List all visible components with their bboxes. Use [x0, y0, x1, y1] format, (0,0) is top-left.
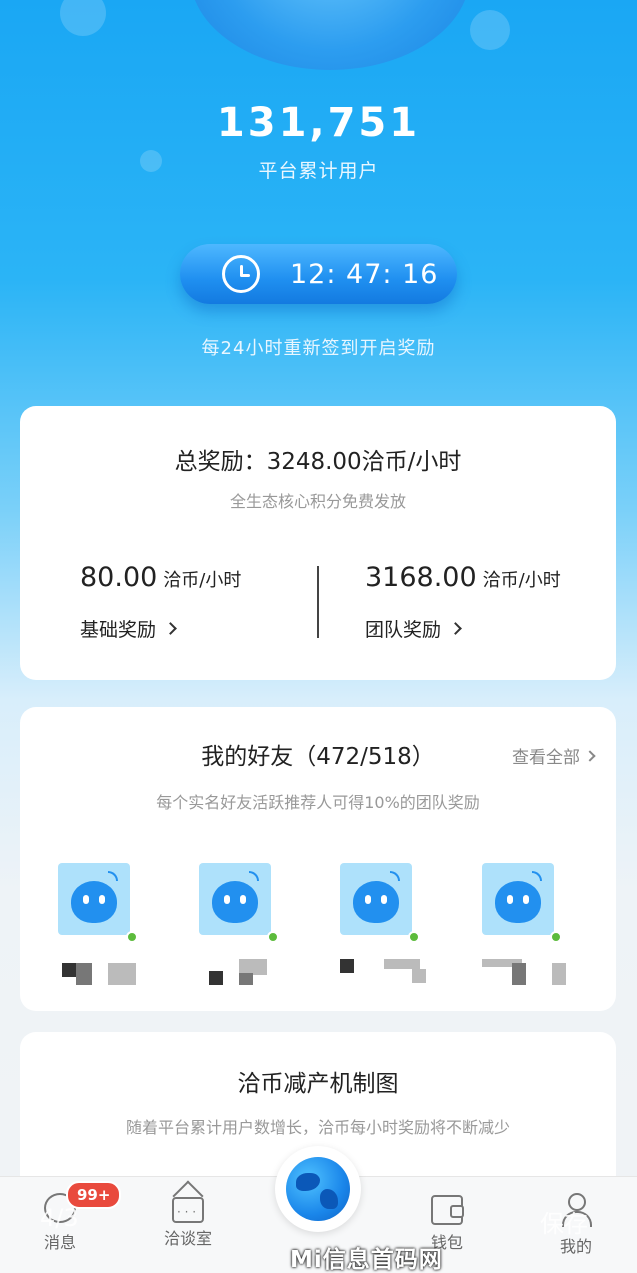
signal-icon: [108, 871, 118, 881]
base-reward: 80.00 洽币/小时 基础奖励: [80, 562, 241, 642]
total-users-count: 131,751: [216, 100, 421, 146]
online-status-dot: [550, 931, 562, 943]
decor-bubble: [470, 10, 510, 50]
total-users-label: 平台累计用户: [258, 160, 379, 182]
tab-chatroom[interactable]: 洽谈室: [148, 1193, 228, 1249]
reduction-subtitle: 随着平台累计用户数增长，洽币每小时奖励将不断减少: [125, 1118, 510, 1137]
chevron-right-icon: [449, 622, 462, 635]
house-icon: [172, 1197, 204, 1223]
view-all-friends-link[interactable]: 查看全部: [512, 743, 596, 768]
base-reward-label: 基础奖励: [80, 619, 157, 641]
total-reward-title: 总奖励：3248.00洽币/小时: [174, 449, 462, 475]
checkin-timer-button[interactable]: 12: 47: 16: [180, 244, 457, 304]
base-reward-unit: 洽币/小时: [163, 570, 242, 591]
mascot-icon: [353, 881, 399, 923]
chevron-right-icon: [584, 749, 596, 762]
pixelated-name: [340, 959, 430, 985]
divider: [317, 566, 319, 638]
friend-item[interactable]: [58, 863, 138, 985]
signal-icon: [532, 871, 542, 881]
friends-card: 我的好友（472/518） 查看全部 每个实名好友活跃推荐人可得10%的团队奖励: [20, 707, 616, 1011]
team-reward-unit: 洽币/小时: [482, 570, 561, 591]
pixelated-name: [482, 959, 572, 985]
avatar: [340, 863, 420, 943]
tab-label: 消息: [43, 1233, 76, 1252]
view-all-label: 查看全部: [512, 748, 580, 768]
clock-icon: [222, 255, 260, 293]
mascot-icon: [71, 881, 117, 923]
wallet-icon: [431, 1195, 464, 1225]
overlay-text: 保存: [540, 1210, 588, 1238]
friends-subtitle: 每个实名好友活跃推荐人可得10%的团队奖励: [156, 793, 480, 812]
reduction-title: 洽币减产机制图: [237, 1071, 399, 1097]
team-reward-label: 团队奖励: [365, 619, 442, 641]
avatar: [482, 863, 562, 943]
chevron-right-icon: [164, 622, 177, 635]
avatar: [199, 863, 279, 943]
friend-item[interactable]: [482, 863, 566, 985]
team-reward-link[interactable]: 团队奖励: [365, 615, 561, 642]
base-reward-link[interactable]: 基础奖励: [80, 615, 241, 642]
reward-card: 总奖励：3248.00洽币/小时 全生态核心积分免费发放 80.00 洽币/小时 …: [20, 406, 616, 680]
avatar: [58, 863, 138, 943]
friend-item[interactable]: [340, 863, 426, 983]
tab-home-globe[interactable]: [275, 1146, 361, 1232]
overlay-text: 4/3: [40, 1204, 79, 1232]
checkin-hint: 每24小时重新签到开启奖励: [201, 338, 436, 359]
signal-icon: [390, 871, 400, 881]
signal-icon: [249, 871, 259, 881]
countdown-text: 12: 47: 16: [290, 258, 439, 290]
pixelated-name: [199, 959, 289, 985]
team-reward: 3168.00 洽币/小时 团队奖励: [365, 562, 561, 642]
online-status-dot: [126, 931, 138, 943]
total-reward-subtitle: 全生态核心积分免费发放: [229, 492, 406, 511]
team-reward-value: 3168.00: [365, 562, 477, 593]
header-globe-graphic: [190, 0, 470, 70]
online-status-dot: [267, 931, 279, 943]
globe-icon: [286, 1157, 350, 1221]
decor-bubble: [60, 0, 106, 36]
pixelated-name: [58, 959, 148, 985]
base-reward-value: 80.00: [80, 562, 158, 593]
watermark-text: Mi信息首码网 www.mixinxi.com: [290, 1247, 443, 1273]
tab-label: 洽谈室: [163, 1229, 212, 1248]
mascot-icon: [495, 881, 541, 923]
online-status-dot: [408, 931, 420, 943]
mascot-icon: [212, 881, 258, 923]
friend-item[interactable]: [199, 863, 279, 985]
